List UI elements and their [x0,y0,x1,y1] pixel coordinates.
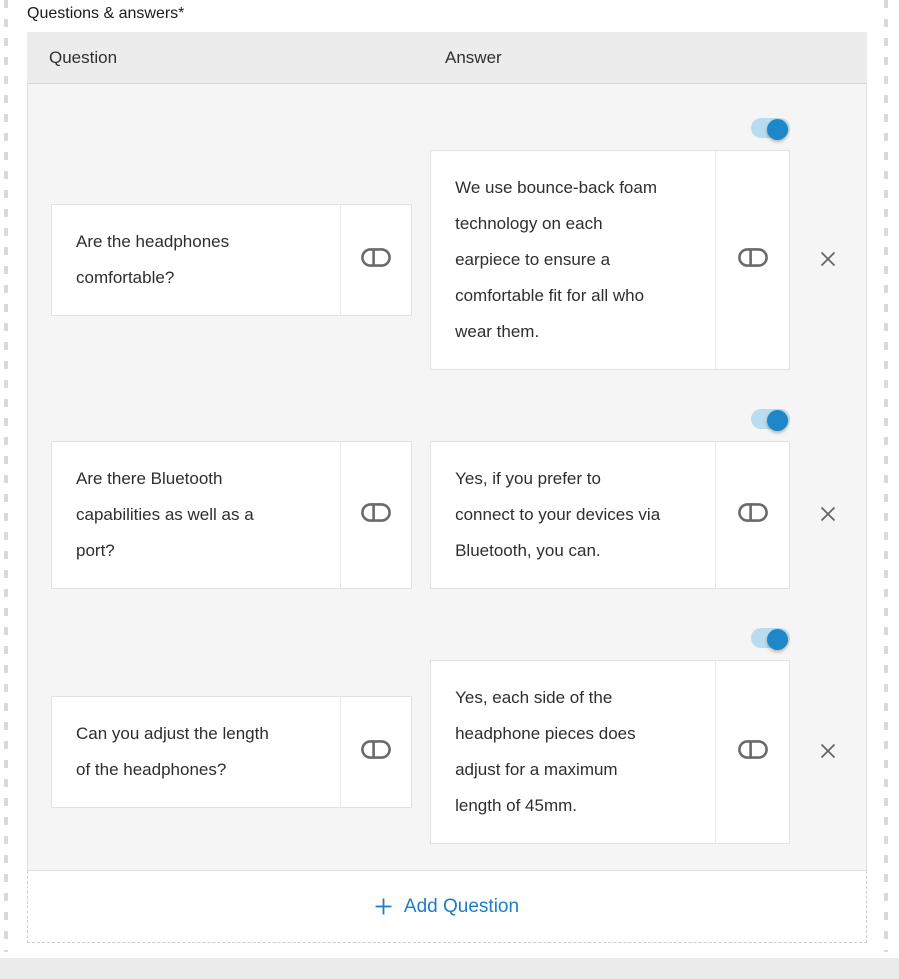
qa-table-header: Question Answer [27,32,867,84]
pill-toggle-icon [738,740,768,764]
question-text[interactable]: Are the headphones comfortable? [52,205,340,315]
question-text[interactable]: Are there Bluetooth capabilities as well… [52,442,340,588]
qa-row: Are there Bluetooth capabilities as well… [51,409,840,589]
qa-table: Question Answer Are the headphones comfo… [27,32,867,943]
question-field-toggle-button[interactable] [340,205,411,315]
toggle-knob-icon [767,119,788,140]
question-field[interactable]: Are there Bluetooth capabilities as well… [51,441,412,589]
pill-toggle-icon [361,740,391,764]
answer-text[interactable]: Yes, each side of the headphone pieces d… [431,661,715,843]
close-icon [817,248,839,273]
answer-field[interactable]: Yes, each side of the headphone pieces d… [430,660,790,844]
next-section-strip [0,958,899,979]
row-enabled-toggle[interactable] [751,628,790,648]
row-toggle-line [51,628,840,648]
toggle-knob-icon [767,410,788,431]
question-field-toggle-button[interactable] [340,442,411,588]
question-text[interactable]: Can you adjust the length of the headpho… [52,697,340,807]
close-icon [817,740,839,765]
add-question-row[interactable]: Add Question [27,871,867,943]
row-toggle-line [51,118,840,138]
row-fields: Can you adjust the length of the headpho… [51,660,840,844]
plus-icon [375,898,392,915]
answer-field[interactable]: We use bounce-back foam technology on ea… [430,150,790,370]
qa-module: Questions & answers* Question Answer Are… [0,0,899,943]
row-enabled-toggle[interactable] [751,118,790,138]
answer-field-toggle-button[interactable] [715,442,789,588]
row-fields: Are there Bluetooth capabilities as well… [51,441,840,589]
column-header-answer: Answer [445,48,502,68]
qa-table-body: Are the headphones comfortable? We use [27,84,867,871]
column-header-question: Question [49,48,445,68]
pill-toggle-icon [361,248,391,272]
answer-field[interactable]: Yes, if you prefer to connect to your de… [430,441,790,589]
pill-toggle-icon [738,503,768,527]
question-field-toggle-button[interactable] [340,697,411,807]
remove-question-button[interactable] [816,503,840,527]
row-enabled-toggle[interactable] [751,409,790,429]
answer-field-toggle-button[interactable] [715,151,789,369]
question-field[interactable]: Are the headphones comfortable? [51,204,412,316]
answer-field-toggle-button[interactable] [715,661,789,843]
toggle-knob-icon [767,629,788,650]
answer-text[interactable]: We use bounce-back foam technology on ea… [431,151,715,369]
module-title: Questions & answers* [27,5,867,23]
qa-row: Can you adjust the length of the headpho… [51,628,840,844]
answer-text[interactable]: Yes, if you prefer to connect to your de… [431,442,715,588]
qa-row: Are the headphones comfortable? We use [51,118,840,370]
add-question-button[interactable]: Add Question [375,896,519,918]
add-question-label: Add Question [404,896,519,918]
row-toggle-line [51,409,840,429]
pill-toggle-icon [738,248,768,272]
question-field[interactable]: Can you adjust the length of the headpho… [51,696,412,808]
remove-question-button[interactable] [816,740,840,764]
row-fields: Are the headphones comfortable? We use [51,150,840,370]
close-icon [817,503,839,528]
remove-question-button[interactable] [816,248,840,272]
pill-toggle-icon [361,503,391,527]
